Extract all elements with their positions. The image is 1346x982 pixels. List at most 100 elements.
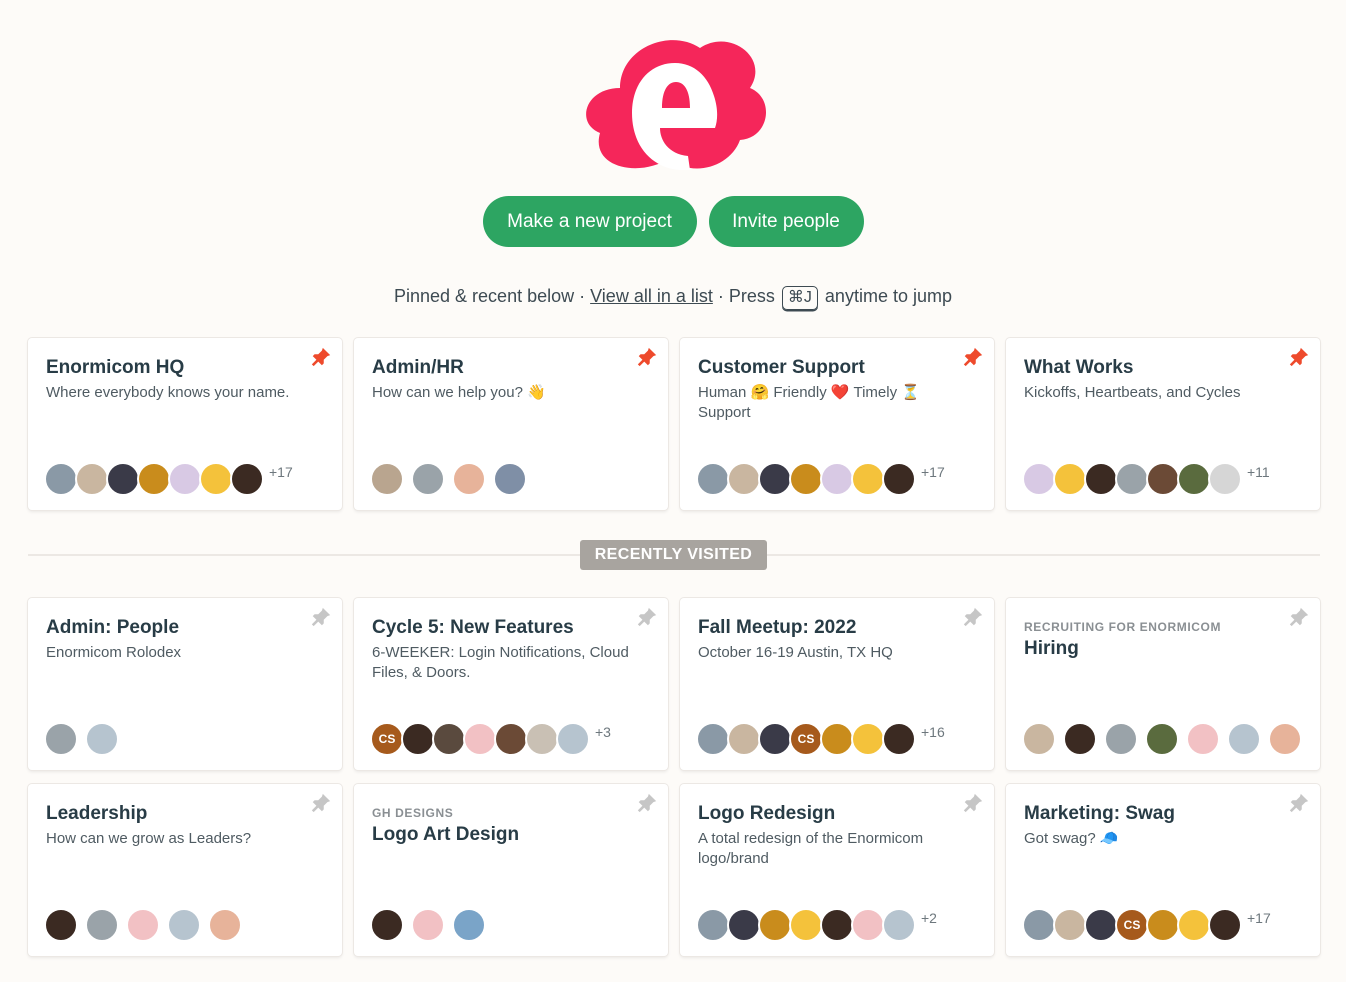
avatar[interactable] [208, 908, 242, 942]
avatar[interactable] [1053, 908, 1087, 942]
project-card[interactable]: GH DESIGNS Logo Art Design [354, 784, 668, 956]
avatar[interactable] [1208, 908, 1242, 942]
pin-icon[interactable] [310, 792, 332, 814]
avatar[interactable] [820, 908, 854, 942]
avatar[interactable] [106, 462, 140, 496]
member-avatars[interactable]: +2 [696, 908, 937, 942]
avatar[interactable] [1177, 908, 1211, 942]
avatar[interactable] [1146, 908, 1180, 942]
member-avatars[interactable]: +17 [44, 462, 293, 496]
avatar[interactable] [452, 908, 486, 942]
avatar[interactable] [758, 722, 792, 756]
make-new-project-button[interactable]: Make a new project [482, 196, 697, 247]
avatar[interactable] [525, 722, 559, 756]
avatar[interactable] [493, 462, 527, 496]
member-avatars[interactable] [44, 722, 126, 756]
avatar[interactable] [452, 462, 486, 496]
avatar[interactable]: CS [1115, 908, 1149, 942]
avatar[interactable] [494, 722, 528, 756]
avatar[interactable] [44, 462, 78, 496]
avatar[interactable] [126, 908, 160, 942]
project-card[interactable]: Customer Support Human 🤗 Friendly ❤️ Tim… [680, 338, 994, 510]
avatar[interactable] [789, 462, 823, 496]
pin-icon[interactable] [962, 792, 984, 814]
avatar[interactable] [1063, 722, 1097, 756]
avatar[interactable] [1022, 462, 1056, 496]
project-card[interactable]: Admin/HR How can we help you? 👋 [354, 338, 668, 510]
avatar[interactable] [1186, 722, 1220, 756]
avatar[interactable] [1084, 462, 1118, 496]
project-card[interactable]: Enormicom HQ Where everybody knows your … [28, 338, 342, 510]
avatar[interactable] [44, 722, 78, 756]
avatar[interactable] [1227, 722, 1261, 756]
pin-icon[interactable] [1288, 606, 1310, 628]
view-all-link[interactable]: View all in a list [590, 286, 713, 306]
pin-icon[interactable] [962, 606, 984, 628]
pin-icon[interactable] [636, 346, 658, 368]
avatar[interactable] [882, 908, 916, 942]
avatar[interactable]: CS [789, 722, 823, 756]
member-avatars[interactable] [44, 908, 249, 942]
avatar[interactable] [1268, 722, 1302, 756]
avatar[interactable] [1208, 462, 1242, 496]
avatar[interactable] [789, 908, 823, 942]
avatar[interactable] [401, 722, 435, 756]
avatar[interactable] [1022, 908, 1056, 942]
avatar[interactable] [1104, 722, 1138, 756]
pin-icon[interactable] [636, 606, 658, 628]
avatar[interactable] [758, 908, 792, 942]
avatar[interactable] [137, 462, 171, 496]
avatar[interactable] [1146, 462, 1180, 496]
avatar[interactable] [851, 462, 885, 496]
pin-icon[interactable] [1288, 346, 1310, 368]
avatar[interactable] [727, 722, 761, 756]
member-avatars[interactable] [370, 462, 534, 496]
project-card[interactable]: Leadership How can we grow as Leaders? [28, 784, 342, 956]
project-card[interactable]: Cycle 5: New Features 6-WEEKER: Login No… [354, 598, 668, 770]
avatar[interactable] [85, 722, 119, 756]
avatar[interactable] [199, 462, 233, 496]
avatar[interactable] [167, 908, 201, 942]
avatar[interactable] [1115, 462, 1149, 496]
avatar[interactable] [230, 462, 264, 496]
avatar[interactable] [411, 462, 445, 496]
avatar[interactable] [696, 722, 730, 756]
pin-icon[interactable] [310, 606, 332, 628]
member-avatars[interactable]: CS +16 [696, 722, 945, 756]
avatar[interactable] [696, 462, 730, 496]
member-avatars[interactable]: +11 [1022, 462, 1270, 496]
member-avatars[interactable] [370, 908, 493, 942]
project-card[interactable]: What Works Kickoffs, Heartbeats, and Cyc… [1006, 338, 1320, 510]
avatar[interactable] [820, 462, 854, 496]
pin-icon[interactable] [310, 346, 332, 368]
project-card[interactable]: Logo Redesign A total redesign of the En… [680, 784, 994, 956]
avatar[interactable] [1145, 722, 1179, 756]
avatar[interactable] [1022, 722, 1056, 756]
member-avatars[interactable]: +17 [696, 462, 945, 496]
avatar[interactable] [727, 462, 761, 496]
avatar[interactable] [758, 462, 792, 496]
member-avatars[interactable]: CS +3 [370, 722, 611, 756]
pin-icon[interactable] [636, 792, 658, 814]
avatar[interactable] [432, 722, 466, 756]
avatar[interactable] [556, 722, 590, 756]
avatar[interactable] [411, 908, 445, 942]
avatar[interactable] [851, 908, 885, 942]
avatar[interactable] [851, 722, 885, 756]
member-avatars[interactable] [1022, 722, 1309, 756]
avatar[interactable] [882, 462, 916, 496]
avatar[interactable] [370, 908, 404, 942]
avatar[interactable] [44, 908, 78, 942]
avatar[interactable] [1084, 908, 1118, 942]
avatar[interactable] [696, 908, 730, 942]
project-card[interactable]: Fall Meetup: 2022 October 16-19 Austin, … [680, 598, 994, 770]
project-card[interactable]: RECRUITING FOR ENORMICOM Hiring [1006, 598, 1320, 770]
avatar[interactable] [85, 908, 119, 942]
pin-icon[interactable] [962, 346, 984, 368]
avatar[interactable] [820, 722, 854, 756]
avatar[interactable] [1177, 462, 1211, 496]
pin-icon[interactable] [1288, 792, 1310, 814]
avatar[interactable] [370, 462, 404, 496]
project-card[interactable]: Admin: People Enormicom Rolodex [28, 598, 342, 770]
avatar[interactable] [168, 462, 202, 496]
